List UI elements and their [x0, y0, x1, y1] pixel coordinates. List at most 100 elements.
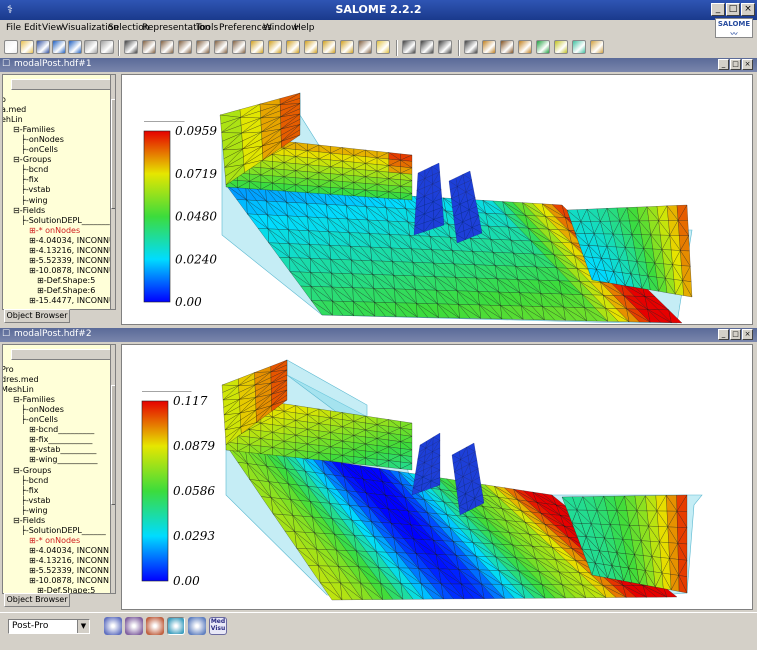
undo-icon[interactable] — [52, 40, 66, 54]
tree-node[interactable]: ├-bcnd — [21, 165, 48, 175]
tree-node[interactable]: ⊞-5.52339, INCONN — [29, 566, 109, 576]
tree-node[interactable]: ├-vstab — [21, 185, 51, 195]
new-file-icon[interactable] — [4, 40, 18, 54]
tree-node[interactable]: ⊟-Families — [13, 125, 55, 135]
object-browser-tab-2[interactable]: Object Browser — [4, 593, 70, 607]
edge-select-icon[interactable] — [438, 40, 452, 54]
tree-node[interactable]: ⊞-wing__________ — [29, 455, 98, 465]
tree-node[interactable]: ├-bcnd — [21, 476, 48, 486]
view-window-icon[interactable]: ☐ — [2, 329, 10, 339]
scrollbar-thumb[interactable] — [111, 385, 115, 505]
deformed-shape-icon[interactable] — [482, 40, 496, 54]
tree-node[interactable]: o — [3, 95, 6, 105]
viewer-2-canvas[interactable]: ___________ 0.117 0.0879 0.0586 0.0293 0.00 — [122, 345, 753, 610]
reset-view-icon[interactable] — [358, 40, 372, 54]
tree-node[interactable]: ├-SolutionDEPL_______ — [21, 216, 110, 226]
vectors-icon[interactable] — [500, 40, 514, 54]
menu-view[interactable]: View — [42, 23, 63, 33]
copy-icon[interactable] — [84, 40, 98, 54]
tree-node[interactable]: ├-fix — [21, 486, 38, 496]
tree-node[interactable]: ⊞-4.13216, INCONN — [29, 556, 109, 566]
paste-icon[interactable] — [100, 40, 114, 54]
save-icon[interactable] — [36, 40, 50, 54]
tree-node[interactable]: ├-onCells — [21, 415, 58, 425]
zoom-icon[interactable] — [178, 40, 192, 54]
cell-select-icon[interactable] — [420, 40, 434, 54]
mesh-module-icon[interactable] — [125, 617, 143, 635]
rotate-icon[interactable] — [232, 40, 246, 54]
cut-lines-icon[interactable] — [554, 40, 568, 54]
maximize-button[interactable]: □ — [726, 3, 740, 16]
tree-node[interactable]: ⊞-5.52339, INCONNUI — [29, 256, 115, 266]
tree-node[interactable]: ⊟-Families — [13, 395, 55, 405]
tree-scrollbar[interactable] — [110, 345, 115, 593]
bottom-view-icon[interactable] — [304, 40, 318, 54]
tree-node[interactable]: ├-SolutionDEPL______ — [21, 526, 106, 536]
view-1-minimize-button[interactable]: _ — [718, 59, 729, 70]
tree-column-header[interactable] — [11, 349, 115, 360]
tree-node[interactable]: ⊞-4.04034, INCONNUI — [29, 236, 115, 246]
trihedron-icon[interactable] — [376, 40, 390, 54]
fit-all-icon[interactable] — [142, 40, 156, 54]
tree-node[interactable]: MeshLin — [3, 385, 34, 395]
tree-node[interactable]: ├-wing — [21, 506, 48, 516]
global-pan-icon[interactable] — [214, 40, 228, 54]
module-combobox[interactable]: Post-Pro ▼ — [8, 619, 90, 634]
tree-column-header[interactable] — [11, 79, 115, 90]
geometry-module-icon[interactable] — [104, 617, 122, 635]
supervision-module-icon[interactable] — [146, 617, 164, 635]
tree-node[interactable]: ⊟-Groups — [13, 155, 51, 165]
chevron-down-icon[interactable]: ▼ — [77, 620, 89, 633]
tree-node[interactable]: ⊞-Def.Shape:6 — [37, 286, 95, 296]
scalar-map-on-deformed-icon[interactable] — [590, 40, 604, 54]
redo-icon[interactable] — [68, 40, 82, 54]
tree-node[interactable]: ⊞-Def.Shape:5 — [37, 276, 95, 286]
tree-node[interactable]: ├-wing — [21, 196, 48, 206]
dump-view-icon[interactable] — [124, 40, 138, 54]
tree-node[interactable]: ├-onNodes — [21, 135, 64, 145]
menu-file[interactable]: File — [6, 23, 21, 33]
object-browser-tree-1[interactable]: oa.medehLin⊟-Families├-onNodes├-onCells⊟… — [2, 74, 116, 310]
left-view-icon[interactable] — [322, 40, 336, 54]
tree-node[interactable]: a.med — [3, 105, 26, 115]
tree-node[interactable]: ├-fix — [21, 175, 38, 185]
viewer-3d-2[interactable]: ___________ 0.117 0.0879 0.0586 0.0293 0.00 — [121, 344, 753, 610]
minimize-button[interactable]: _ — [711, 3, 725, 16]
tree-node[interactable]: ⊞-4.13216, INCONNUI — [29, 246, 115, 256]
menu-edit[interactable]: Edit — [24, 23, 41, 33]
tree-node[interactable]: ⊞-* onNodes — [29, 226, 80, 236]
tree-node[interactable]: ehLin — [3, 115, 23, 125]
cut-planes-icon[interactable] — [536, 40, 550, 54]
pan-icon[interactable] — [196, 40, 210, 54]
front-view-icon[interactable] — [250, 40, 264, 54]
object-browser-tree-2[interactable]: Pro dres.med MeshLin ⊟-Families ├-onNodes ├-o… — [2, 344, 116, 594]
object-browser-tab-1[interactable]: Object Browser — [4, 309, 70, 323]
tree-node[interactable]: ⊞-15.4477, INCONNUI — [29, 296, 115, 306]
med-module-icon[interactable]: Med Visu — [209, 617, 227, 635]
stream-lines-icon[interactable] — [572, 40, 586, 54]
point-select-icon[interactable] — [402, 40, 416, 54]
menu-tools[interactable]: Tools — [196, 23, 218, 33]
scalar-map-icon[interactable] — [464, 40, 478, 54]
view-2-close-button[interactable]: × — [742, 329, 753, 340]
tree-node[interactable]: ⊞-4.04034, INCONN — [29, 546, 109, 556]
tree-node[interactable]: ├-onNodes — [21, 405, 64, 415]
open-file-icon[interactable] — [20, 40, 34, 54]
fit-area-icon[interactable] — [160, 40, 174, 54]
tree-node[interactable]: ├-vstab — [21, 496, 51, 506]
tree-node[interactable]: ├-onCells — [21, 145, 58, 155]
scrollbar-thumb[interactable] — [111, 99, 115, 209]
view-2-maximize-button[interactable]: □ — [730, 329, 741, 340]
close-button[interactable]: × — [741, 3, 755, 16]
tree-node[interactable]: ⊟-Fields — [13, 516, 45, 526]
right-view-icon[interactable] — [340, 40, 354, 54]
visu-module-icon[interactable] — [188, 617, 206, 635]
viewer-3d-1[interactable]: _________ 0.0959 0.0719 0.0480 0.0240 0.00 — [121, 74, 753, 325]
menu-help[interactable]: Help — [294, 23, 315, 33]
tree-node[interactable]: ⊟-Groups — [13, 466, 51, 476]
view-window-icon[interactable]: ☐ — [2, 59, 10, 69]
back-view-icon[interactable] — [268, 40, 282, 54]
viewer-1-canvas[interactable]: _________ 0.0959 0.0719 0.0480 0.0240 0.00 — [122, 75, 753, 325]
tree-node[interactable]: Pro — [3, 365, 14, 375]
tree-node[interactable]: ⊞-10.0878, INCONNUI — [29, 266, 115, 276]
